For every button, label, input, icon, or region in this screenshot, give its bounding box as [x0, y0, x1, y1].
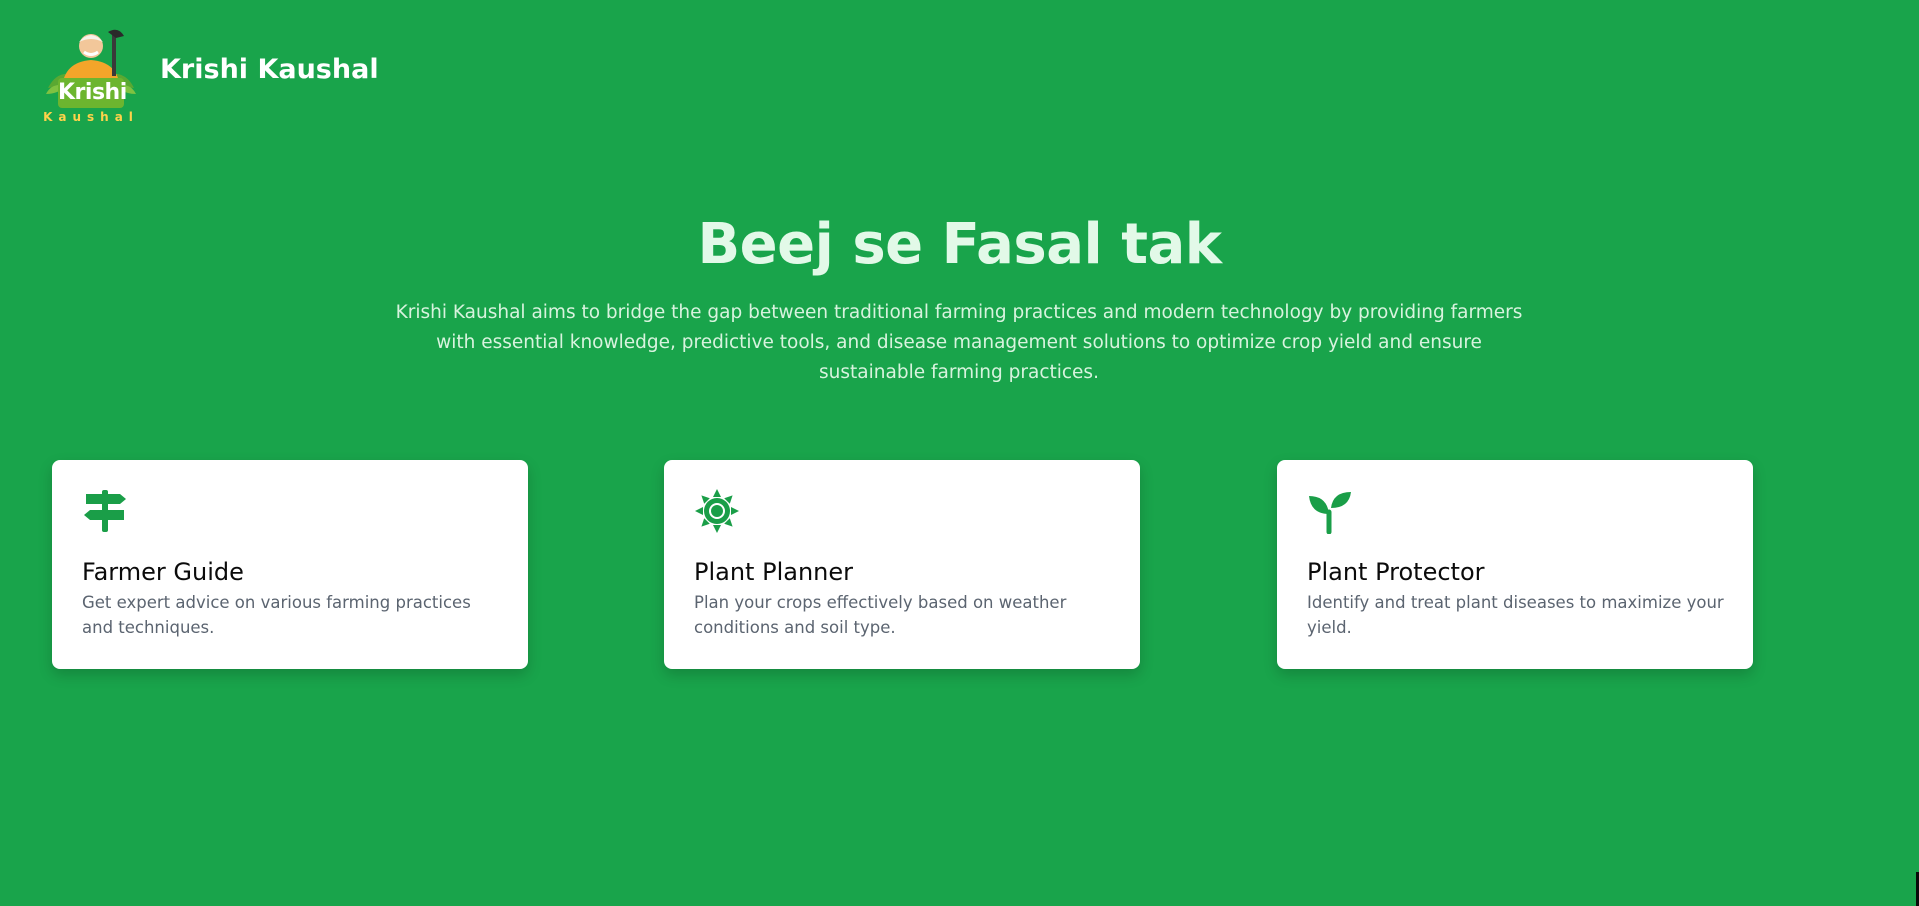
- krishi-kaushal-logo[interactable]: Krishi Kaushal: [28, 24, 154, 124]
- logo-word: Krishi: [58, 80, 127, 105]
- card-plant-protector[interactable]: Plant Protector Identify and treat plant…: [1277, 460, 1753, 669]
- card-description: Plan your crops effectively based on wea…: [694, 593, 1067, 637]
- hero-description: Krishi Kaushal aims to bridge the gap be…: [395, 302, 1523, 383]
- card-title: Plant Planner: [694, 558, 853, 586]
- card-farmer-guide[interactable]: Farmer Guide Get expert advice on variou…: [52, 460, 528, 669]
- card-plant-planner[interactable]: Plant Planner Plan your crops effectivel…: [664, 460, 1140, 669]
- brand-name[interactable]: Krishi Kaushal: [160, 54, 379, 85]
- sun-icon: [695, 489, 739, 533]
- hero-title: Beej se Fasal tak: [697, 212, 1222, 277]
- card-description: Get expert advice on various farming pra…: [82, 593, 471, 637]
- logo-subword: Kaushal: [43, 110, 139, 124]
- card-title: Plant Protector: [1307, 558, 1485, 586]
- card-description: Identify and treat plant diseases to max…: [1307, 593, 1724, 637]
- card-title: Farmer Guide: [82, 558, 244, 586]
- seedling-icon: [1309, 492, 1351, 534]
- signpost-icon: [84, 490, 126, 532]
